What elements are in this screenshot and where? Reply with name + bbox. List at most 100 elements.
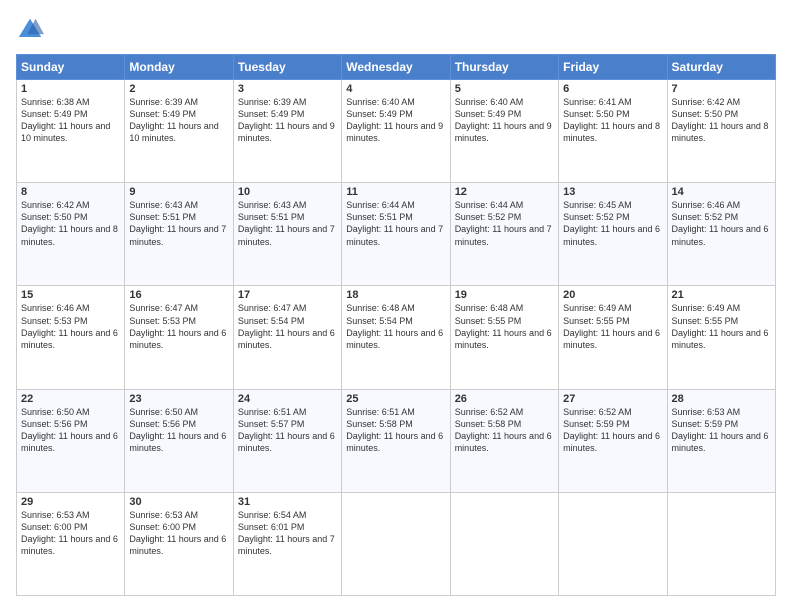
day-info: Sunrise: 6:47 AMSunset: 5:53 PMDaylight:… xyxy=(129,303,226,349)
calendar-cell: 28 Sunrise: 6:53 AMSunset: 5:59 PMDaylig… xyxy=(667,389,775,492)
day-header: Thursday xyxy=(450,55,558,80)
day-info: Sunrise: 6:40 AMSunset: 5:49 PMDaylight:… xyxy=(346,97,443,143)
calendar-cell: 13 Sunrise: 6:45 AMSunset: 5:52 PMDaylig… xyxy=(559,183,667,286)
calendar-week-row: 1 Sunrise: 6:38 AMSunset: 5:49 PMDayligh… xyxy=(17,80,776,183)
calendar-cell: 19 Sunrise: 6:48 AMSunset: 5:55 PMDaylig… xyxy=(450,286,558,389)
calendar-cell: 4 Sunrise: 6:40 AMSunset: 5:49 PMDayligh… xyxy=(342,80,450,183)
calendar-week-row: 29 Sunrise: 6:53 AMSunset: 6:00 PMDaylig… xyxy=(17,492,776,595)
page: SundayMondayTuesdayWednesdayThursdayFrid… xyxy=(0,0,792,612)
calendar-cell: 30 Sunrise: 6:53 AMSunset: 6:00 PMDaylig… xyxy=(125,492,233,595)
calendar-table: SundayMondayTuesdayWednesdayThursdayFrid… xyxy=(16,54,776,596)
day-info: Sunrise: 6:50 AMSunset: 5:56 PMDaylight:… xyxy=(129,407,226,453)
calendar-cell: 9 Sunrise: 6:43 AMSunset: 5:51 PMDayligh… xyxy=(125,183,233,286)
calendar-cell: 10 Sunrise: 6:43 AMSunset: 5:51 PMDaylig… xyxy=(233,183,341,286)
calendar-cell: 23 Sunrise: 6:50 AMSunset: 5:56 PMDaylig… xyxy=(125,389,233,492)
day-number: 12 xyxy=(455,186,554,198)
calendar-cell: 11 Sunrise: 6:44 AMSunset: 5:51 PMDaylig… xyxy=(342,183,450,286)
calendar-cell xyxy=(450,492,558,595)
day-info: Sunrise: 6:48 AMSunset: 5:55 PMDaylight:… xyxy=(455,303,552,349)
day-info: Sunrise: 6:49 AMSunset: 5:55 PMDaylight:… xyxy=(563,303,660,349)
calendar-cell xyxy=(342,492,450,595)
calendar-cell: 22 Sunrise: 6:50 AMSunset: 5:56 PMDaylig… xyxy=(17,389,125,492)
day-number: 2 xyxy=(129,83,228,95)
calendar-cell: 12 Sunrise: 6:44 AMSunset: 5:52 PMDaylig… xyxy=(450,183,558,286)
day-info: Sunrise: 6:47 AMSunset: 5:54 PMDaylight:… xyxy=(238,303,335,349)
day-number: 20 xyxy=(563,289,662,301)
calendar-cell: 17 Sunrise: 6:47 AMSunset: 5:54 PMDaylig… xyxy=(233,286,341,389)
calendar-cell: 15 Sunrise: 6:46 AMSunset: 5:53 PMDaylig… xyxy=(17,286,125,389)
day-info: Sunrise: 6:38 AMSunset: 5:49 PMDaylight:… xyxy=(21,97,110,143)
day-number: 31 xyxy=(238,496,337,508)
day-number: 16 xyxy=(129,289,228,301)
day-info: Sunrise: 6:44 AMSunset: 5:51 PMDaylight:… xyxy=(346,200,443,246)
logo xyxy=(16,16,48,44)
calendar-cell: 25 Sunrise: 6:51 AMSunset: 5:58 PMDaylig… xyxy=(342,389,450,492)
day-number: 1 xyxy=(21,83,120,95)
day-info: Sunrise: 6:42 AMSunset: 5:50 PMDaylight:… xyxy=(672,97,769,143)
calendar-cell: 1 Sunrise: 6:38 AMSunset: 5:49 PMDayligh… xyxy=(17,80,125,183)
day-header: Friday xyxy=(559,55,667,80)
day-number: 29 xyxy=(21,496,120,508)
day-number: 22 xyxy=(21,393,120,405)
day-header: Monday xyxy=(125,55,233,80)
calendar-body: 1 Sunrise: 6:38 AMSunset: 5:49 PMDayligh… xyxy=(17,80,776,596)
calendar-cell: 20 Sunrise: 6:49 AMSunset: 5:55 PMDaylig… xyxy=(559,286,667,389)
day-header: Tuesday xyxy=(233,55,341,80)
calendar-cell: 18 Sunrise: 6:48 AMSunset: 5:54 PMDaylig… xyxy=(342,286,450,389)
day-info: Sunrise: 6:46 AMSunset: 5:52 PMDaylight:… xyxy=(672,200,769,246)
day-number: 13 xyxy=(563,186,662,198)
calendar-cell xyxy=(559,492,667,595)
day-info: Sunrise: 6:53 AMSunset: 6:00 PMDaylight:… xyxy=(21,510,118,556)
day-number: 5 xyxy=(455,83,554,95)
day-number: 23 xyxy=(129,393,228,405)
calendar-cell: 31 Sunrise: 6:54 AMSunset: 6:01 PMDaylig… xyxy=(233,492,341,595)
header xyxy=(16,16,776,44)
calendar-cell: 5 Sunrise: 6:40 AMSunset: 5:49 PMDayligh… xyxy=(450,80,558,183)
day-info: Sunrise: 6:39 AMSunset: 5:49 PMDaylight:… xyxy=(129,97,218,143)
day-info: Sunrise: 6:51 AMSunset: 5:58 PMDaylight:… xyxy=(346,407,443,453)
day-number: 28 xyxy=(672,393,771,405)
day-info: Sunrise: 6:40 AMSunset: 5:49 PMDaylight:… xyxy=(455,97,552,143)
day-number: 11 xyxy=(346,186,445,198)
day-number: 6 xyxy=(563,83,662,95)
day-info: Sunrise: 6:42 AMSunset: 5:50 PMDaylight:… xyxy=(21,200,118,246)
day-number: 15 xyxy=(21,289,120,301)
calendar-cell: 2 Sunrise: 6:39 AMSunset: 5:49 PMDayligh… xyxy=(125,80,233,183)
day-info: Sunrise: 6:53 AMSunset: 5:59 PMDaylight:… xyxy=(672,407,769,453)
calendar-cell: 3 Sunrise: 6:39 AMSunset: 5:49 PMDayligh… xyxy=(233,80,341,183)
day-number: 24 xyxy=(238,393,337,405)
day-info: Sunrise: 6:53 AMSunset: 6:00 PMDaylight:… xyxy=(129,510,226,556)
day-number: 14 xyxy=(672,186,771,198)
day-info: Sunrise: 6:54 AMSunset: 6:01 PMDaylight:… xyxy=(238,510,335,556)
calendar-week-row: 15 Sunrise: 6:46 AMSunset: 5:53 PMDaylig… xyxy=(17,286,776,389)
day-number: 30 xyxy=(129,496,228,508)
logo-icon xyxy=(16,16,44,44)
calendar-cell: 16 Sunrise: 6:47 AMSunset: 5:53 PMDaylig… xyxy=(125,286,233,389)
day-number: 25 xyxy=(346,393,445,405)
calendar-cell: 26 Sunrise: 6:52 AMSunset: 5:58 PMDaylig… xyxy=(450,389,558,492)
day-number: 9 xyxy=(129,186,228,198)
day-info: Sunrise: 6:43 AMSunset: 5:51 PMDaylight:… xyxy=(238,200,335,246)
day-number: 19 xyxy=(455,289,554,301)
day-number: 10 xyxy=(238,186,337,198)
day-header: Wednesday xyxy=(342,55,450,80)
day-info: Sunrise: 6:49 AMSunset: 5:55 PMDaylight:… xyxy=(672,303,769,349)
calendar-cell: 21 Sunrise: 6:49 AMSunset: 5:55 PMDaylig… xyxy=(667,286,775,389)
day-info: Sunrise: 6:46 AMSunset: 5:53 PMDaylight:… xyxy=(21,303,118,349)
calendar-cell: 24 Sunrise: 6:51 AMSunset: 5:57 PMDaylig… xyxy=(233,389,341,492)
day-number: 8 xyxy=(21,186,120,198)
calendar-cell: 27 Sunrise: 6:52 AMSunset: 5:59 PMDaylig… xyxy=(559,389,667,492)
day-number: 4 xyxy=(346,83,445,95)
calendar-cell: 29 Sunrise: 6:53 AMSunset: 6:00 PMDaylig… xyxy=(17,492,125,595)
day-number: 21 xyxy=(672,289,771,301)
calendar-cell: 14 Sunrise: 6:46 AMSunset: 5:52 PMDaylig… xyxy=(667,183,775,286)
day-info: Sunrise: 6:50 AMSunset: 5:56 PMDaylight:… xyxy=(21,407,118,453)
day-info: Sunrise: 6:52 AMSunset: 5:58 PMDaylight:… xyxy=(455,407,552,453)
day-info: Sunrise: 6:51 AMSunset: 5:57 PMDaylight:… xyxy=(238,407,335,453)
day-info: Sunrise: 6:48 AMSunset: 5:54 PMDaylight:… xyxy=(346,303,443,349)
calendar-week-row: 8 Sunrise: 6:42 AMSunset: 5:50 PMDayligh… xyxy=(17,183,776,286)
day-number: 18 xyxy=(346,289,445,301)
calendar-cell xyxy=(667,492,775,595)
day-number: 17 xyxy=(238,289,337,301)
calendar-week-row: 22 Sunrise: 6:50 AMSunset: 5:56 PMDaylig… xyxy=(17,389,776,492)
